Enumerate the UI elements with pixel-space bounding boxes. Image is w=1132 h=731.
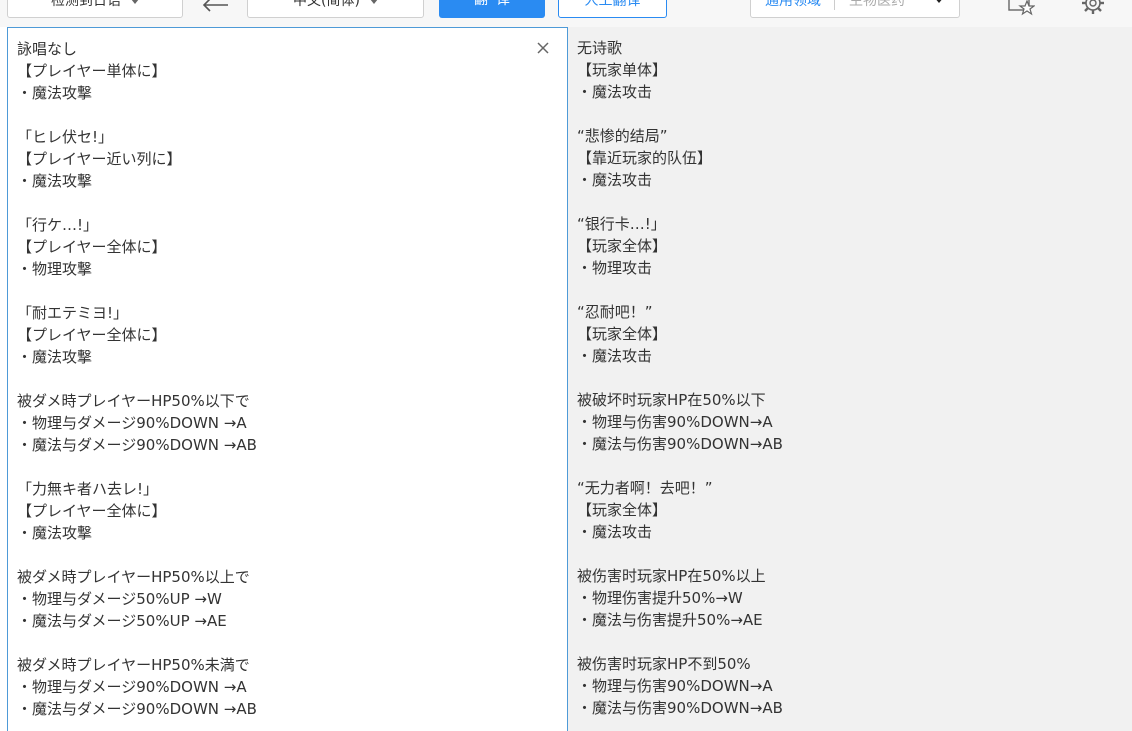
translation-line: ・魔法攻击 xyxy=(577,83,653,101)
domain-divider xyxy=(834,0,835,10)
source-line: 被ダメ時プレイヤーHP50%未満で xyxy=(17,656,250,674)
source-line: 詠唱なし xyxy=(17,40,78,58)
translation-line: ・物理伤害提升50%→W xyxy=(577,589,743,607)
translation-line: ・物理与伤害90%DOWN→A xyxy=(577,413,773,431)
translation-line xyxy=(577,367,783,389)
close-icon xyxy=(537,42,549,54)
human-translation-button[interactable]: 人工翻译 xyxy=(558,0,667,18)
source-line xyxy=(17,280,257,302)
translation-line: 【玩家全体】 xyxy=(577,501,668,519)
translation-line: “银行卡…!」 xyxy=(577,215,666,233)
target-language-dropdown[interactable]: 中文(简体) xyxy=(247,0,424,18)
translated-text: 无诗歌【玩家单体】 ・魔法攻击 “悲惨的结局” 【靠近玩家的队伍】 ・魔法攻击 “银行卡…… xyxy=(577,37,783,719)
swap-arrow-icon xyxy=(202,0,228,12)
translation-line: ・魔法与伤害提升50%→AE xyxy=(577,611,763,629)
source-line: 【プレイヤー全体に】 xyxy=(17,238,167,256)
clear-text-button[interactable] xyxy=(535,40,551,56)
translation-line: ・魔法攻击 xyxy=(577,347,653,365)
source-line: ・魔法攻撃 xyxy=(17,172,93,190)
translation-line: “悲惨的结局” xyxy=(577,127,668,145)
domain-selector[interactable]: 通用领域 生物医药 xyxy=(750,0,960,18)
source-line xyxy=(17,456,257,478)
domain-general-option[interactable]: 通用领域 xyxy=(765,0,821,15)
star-favorite-icon xyxy=(1008,0,1036,16)
translate-button-label: 翻译 xyxy=(474,0,518,8)
source-line: 【プレイヤー近い列に】 xyxy=(17,150,182,168)
source-line: 【プレイヤー全体に】 xyxy=(17,502,167,520)
source-line xyxy=(17,544,257,566)
source-line: ・魔法攻撃 xyxy=(17,348,93,366)
translation-line xyxy=(577,103,783,125)
source-line: 【プレイヤー単体に】 xyxy=(17,62,167,80)
source-line: ・物理与ダメージ90%DOWN →A xyxy=(17,678,247,696)
source-line: ・物理攻撃 xyxy=(17,260,93,278)
source-line: 「耐エテミヨ!」 xyxy=(17,304,129,322)
translation-line: “无力者啊！去吧！” xyxy=(577,479,713,497)
translation-line: 被伤害时玩家HP不到50% xyxy=(577,655,751,673)
source-line xyxy=(17,368,257,390)
source-line: 「行ケ…!」 xyxy=(17,216,99,234)
source-line: ・魔法与ダメージ50%UP →AE xyxy=(17,612,227,630)
translation-line: ・物理攻击 xyxy=(577,259,653,277)
translation-line xyxy=(577,191,783,213)
translation-line: ・魔法攻击 xyxy=(577,523,653,541)
source-line: 「ヒレ伏セ!」 xyxy=(17,128,114,146)
source-line: 【プレイヤー全体に】 xyxy=(17,326,167,344)
translation-line: 【玩家单体】 xyxy=(577,61,668,79)
translation-line: 【玩家全体】 xyxy=(577,325,668,343)
domain-selected-value: 生物医药 xyxy=(849,0,905,9)
gear-icon xyxy=(1082,0,1104,14)
translation-line: ・物理与伤害90%DOWN→A xyxy=(577,677,773,695)
target-language-label: 中文(简体) xyxy=(293,0,360,9)
translation-line xyxy=(577,631,783,653)
chevron-down-icon xyxy=(131,0,139,4)
source-line: ・物理与ダメージ50%UP →W xyxy=(17,590,222,608)
source-language-label: 检测到日语 xyxy=(51,0,121,9)
translation-line: 无诗歌 xyxy=(577,39,623,57)
translation-line: “忍耐吧！” xyxy=(577,303,653,321)
source-line: ・魔法攻撃 xyxy=(17,524,93,542)
chevron-down-icon xyxy=(369,0,378,4)
translation-line xyxy=(577,455,783,477)
translation-line: 【靠近玩家的队伍】 xyxy=(577,149,713,167)
translation-line: 【玩家全体】 xyxy=(577,237,668,255)
source-line: 被ダメ時プレイヤーHP50%以下で xyxy=(17,392,250,410)
source-line xyxy=(17,192,257,214)
translation-line: ・魔法与伤害90%DOWN→AB xyxy=(577,435,783,453)
source-line: ・魔法与ダメージ90%DOWN →AB xyxy=(17,700,257,718)
human-translation-label: 人工翻译 xyxy=(584,0,641,9)
source-line: ・物理与ダメージ90%DOWN →A xyxy=(17,414,247,432)
translation-line: 被伤害时玩家HP在50%以上 xyxy=(577,567,766,585)
translation-line: ・魔法攻击 xyxy=(577,171,653,189)
translation-result-panel: 无诗歌【玩家单体】 ・魔法攻击 “悲惨的结局” 【靠近玩家的队伍】 ・魔法攻击 “银行卡…… xyxy=(568,27,1132,731)
source-line: ・魔法攻撃 xyxy=(17,84,93,102)
source-line: 「力無キ者ハ去レ!」 xyxy=(17,480,159,498)
source-text[interactable]: 詠唱なし 【プレイヤー単体に】 ・魔法攻撃 「ヒレ伏セ!」 【プレイヤー近い列に】 ・魔法… xyxy=(17,38,257,720)
translation-line: ・魔法与伤害90%DOWN→AB xyxy=(577,699,783,717)
translation-toolbar: 检测到日语 中文(简体) 翻译 人工翻译 通用领域 生物医药 xyxy=(0,0,1132,27)
source-line: 被ダメ時プレイヤーHP50%以上で xyxy=(17,568,250,586)
translation-line xyxy=(577,279,783,301)
source-line: ・魔法与ダメージ90%DOWN →AB xyxy=(17,436,257,454)
source-line xyxy=(17,632,257,654)
source-language-dropdown[interactable]: 检测到日语 xyxy=(7,0,183,18)
translation-line: 被破坏时玩家HP在50%以下 xyxy=(577,391,766,409)
source-text-panel[interactable]: 詠唱なし 【プレイヤー単体に】 ・魔法攻撃 「ヒレ伏セ!」 【プレイヤー近い列に】 ・魔法… xyxy=(7,27,568,731)
swap-language-button[interactable] xyxy=(196,0,236,16)
chevron-down-icon xyxy=(934,0,944,3)
translate-button[interactable]: 翻译 xyxy=(439,0,545,18)
translation-line xyxy=(577,543,783,565)
settings-button[interactable] xyxy=(1080,0,1106,16)
favorite-button[interactable] xyxy=(1007,0,1036,16)
source-line xyxy=(17,104,257,126)
